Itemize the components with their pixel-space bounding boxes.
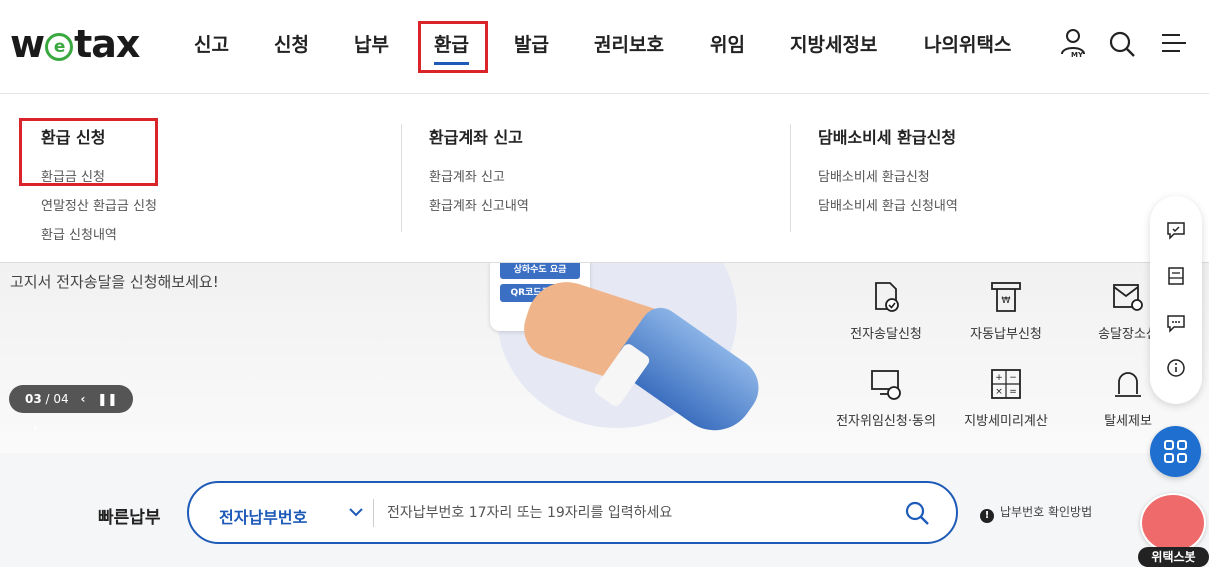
col-divider <box>790 124 791 232</box>
link-tobacco-history[interactable]: 담배소비세 환급 신청내역 <box>818 195 958 214</box>
quick-link-e-delivery[interactable]: 전자송달신청 <box>826 279 946 342</box>
alarm-bell-icon <box>1110 366 1146 402</box>
main-banner: 고지서 전자송달을 신청해보세요! 상하수도 요금 QR코드로 납부 03 / … <box>0 263 1209 453</box>
link-account-history[interactable]: 환급계좌 신고내역 <box>429 195 529 214</box>
svg-text:₩: ₩ <box>1002 296 1011 306</box>
bill-machine-icon: ₩ <box>988 279 1024 315</box>
document-check-icon <box>868 279 904 315</box>
inbox-button[interactable] <box>1165 265 1187 287</box>
svg-text:−: − <box>1009 373 1017 383</box>
link-tobacco-refund[interactable]: 담배소비세 환급신청 <box>818 166 958 185</box>
dropdown-col-title[interactable]: 환급계좌 신고 <box>429 124 529 148</box>
banner-text: 고지서 전자송달을 신청해보세요! <box>10 273 219 291</box>
dropdown-col-tobacco: 담배소비세 환급신청 담배소비세 환급신청 담배소비세 환급 신청내역 <box>818 124 958 224</box>
nav-item-report[interactable]: 신고 <box>194 30 229 57</box>
nav-item-pay[interactable]: 납부 <box>354 30 389 57</box>
chatbot-button[interactable]: 위택스봇 <box>1138 491 1209 567</box>
chevron-right-icon[interactable]: › <box>33 413 38 441</box>
link-account-report[interactable]: 환급계좌 신고 <box>429 166 529 185</box>
dropdown-col-title[interactable]: 담배소비세 환급신청 <box>818 124 958 148</box>
nav-item-rights[interactable]: 권리보호 <box>594 30 664 57</box>
menu-button[interactable] <box>1158 26 1190 60</box>
svg-text:×: × <box>995 387 1003 397</box>
quick-pay-bar: 빠른납부 전자납부번호 ! 납부번호 확인방법 <box>0 453 1209 567</box>
svg-text:+: + <box>995 373 1003 383</box>
col-divider <box>401 124 402 232</box>
quick-link-tax-calculator[interactable]: + − × = 지방세미리계산 <box>946 366 1066 429</box>
logo-e-circle: e <box>45 33 74 61</box>
quick-link-label: 지방세미리계산 <box>964 414 1048 429</box>
link-year-end-refund[interactable]: 연말정산 환급금 신청 <box>41 195 157 214</box>
quick-link-label: 전자위임신청·동의 <box>836 414 936 429</box>
chatbot-label: 위택스봇 <box>1138 547 1209 567</box>
chevron-left-icon[interactable]: ‹ <box>81 385 86 413</box>
nav-item-my-wetax[interactable]: 나의위택스 <box>924 30 1011 57</box>
quick-link-auto-pay[interactable]: ₩ 자동납부신청 <box>946 279 1066 342</box>
refund-dropdown-panel: 환급 신청 환급금 신청 연말정산 환급금 신청 환급 신청내역 환급계좌 신고… <box>0 94 1209 263</box>
quick-link-e-delegation[interactable]: 전자위임신청·동의 <box>826 366 946 429</box>
payment-number-input[interactable] <box>387 495 887 531</box>
dropdown-highlight-box <box>19 118 158 186</box>
my-label: MY <box>1071 51 1084 59</box>
chat-check-button[interactable] <box>1165 219 1187 241</box>
hamburger-icon <box>1162 34 1186 52</box>
quick-link-label: 전자송달신청 <box>850 327 922 342</box>
search-icon[interactable] <box>903 499 931 527</box>
monitor-lock-icon <box>868 366 904 402</box>
info-circle-icon <box>1167 359 1185 377</box>
dropdown-col-account: 환급계좌 신고 환급계좌 신고 환급계좌 신고내역 <box>429 124 529 224</box>
select-divider <box>373 499 374 527</box>
quick-pay-title: 빠른납부 <box>98 508 161 528</box>
quick-link-label: 자동납부신청 <box>970 327 1042 342</box>
payment-number-help-link[interactable]: ! 납부번호 확인방법 <box>980 503 1092 523</box>
nav-item-local-tax-info[interactable]: 지방세정보 <box>790 30 877 57</box>
nav-item-delegate[interactable]: 위임 <box>710 30 745 57</box>
grid-icon <box>1164 440 1187 463</box>
chat-button[interactable] <box>1165 312 1187 334</box>
search-button[interactable] <box>1106 26 1138 60</box>
calculator-icon: + − × = <box>988 366 1024 402</box>
pager-total: / 04 <box>45 392 69 406</box>
chatbot-mascot-icon <box>1140 493 1206 553</box>
floating-side-toolbar <box>1150 196 1202 404</box>
inbox-icon <box>1168 267 1184 285</box>
link-refund-history[interactable]: 환급 신청내역 <box>41 224 157 243</box>
svg-text:=: = <box>1009 387 1017 397</box>
nav-item-apply[interactable]: 신청 <box>274 30 309 57</box>
slide-pager: 03 / 04 ‹ ❚❚ › <box>9 385 133 434</box>
pause-icon[interactable]: ❚❚ <box>97 385 117 413</box>
phone-button: 상하수도 요금 <box>500 263 580 279</box>
logo-text-w: w <box>10 22 45 66</box>
info-icon: ! <box>980 509 994 523</box>
mail-location-icon <box>1110 279 1146 315</box>
chat-bubble-icon <box>1167 315 1185 333</box>
pager-current: 03 <box>25 392 42 406</box>
quick-pay-search-box: 전자납부번호 <box>187 481 958 544</box>
nav-highlight-box <box>418 21 488 73</box>
chat-check-icon <box>1167 222 1185 240</box>
my-page-button[interactable]: MY <box>1058 26 1090 60</box>
all-menu-fab-button[interactable] <box>1150 426 1201 477</box>
site-header: w e tax 신고 신청 납부 환급 발급 권리보호 위임 지방세정보 나의위택스… <box>0 0 1209 94</box>
search-icon <box>1109 31 1135 57</box>
chevron-down-icon[interactable] <box>347 503 365 521</box>
nav-item-issue[interactable]: 발급 <box>514 30 549 57</box>
logo-text-tax: tax <box>74 22 140 66</box>
wetax-logo[interactable]: w e tax <box>10 22 140 66</box>
info-button[interactable] <box>1165 357 1187 379</box>
help-label: 납부번호 확인방법 <box>1000 505 1093 519</box>
pay-type-select[interactable]: 전자납부번호 <box>219 504 307 528</box>
